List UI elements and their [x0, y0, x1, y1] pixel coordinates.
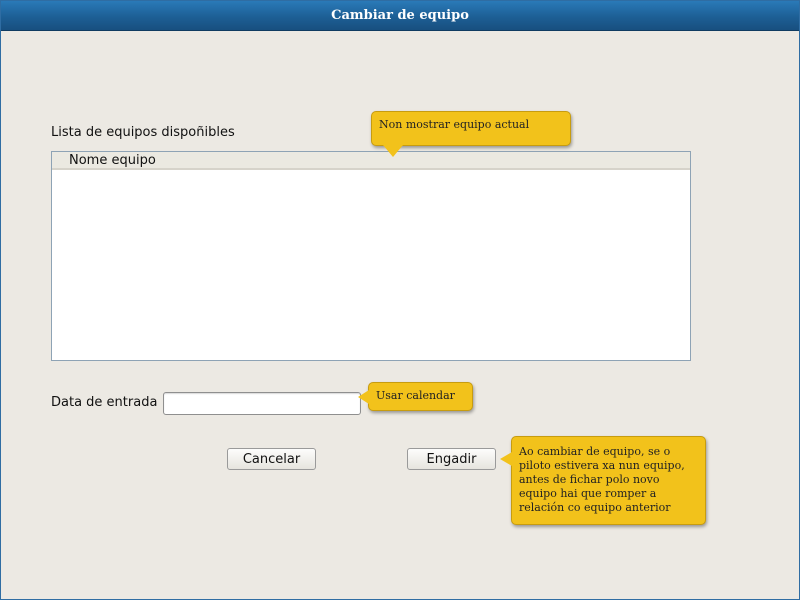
note-pointer [500, 452, 512, 466]
team-list[interactable]: Nome equipo [51, 151, 691, 361]
entry-date-input[interactable] [163, 392, 361, 415]
column-header-team-name[interactable]: Nome equipo [52, 152, 690, 170]
note-text: Ao cambiar de equipo, se o piloto estive… [519, 445, 685, 514]
note-text: Non mostrar equipo actual [379, 118, 530, 131]
cancel-button[interactable]: Cancelar [227, 448, 316, 470]
entry-date-label: Data de entrada [51, 395, 158, 410]
note-team-change-info: Ao cambiar de equipo, se o piloto estive… [511, 436, 706, 525]
team-list-label: Lista de equipos dispoñibles [51, 125, 235, 140]
add-button[interactable]: Engadir [407, 448, 496, 470]
note-pointer [383, 145, 403, 157]
note-text: Usar calendar [376, 389, 455, 402]
note-pointer [358, 390, 369, 404]
window-title: Cambiar de equipo [1, 1, 799, 31]
dialog-window: Cambiar de equipo Lista de equipos dispo… [0, 0, 800, 600]
note-use-calendar: Usar calendar [368, 382, 473, 411]
note-hide-current-team: Non mostrar equipo actual [371, 111, 571, 146]
